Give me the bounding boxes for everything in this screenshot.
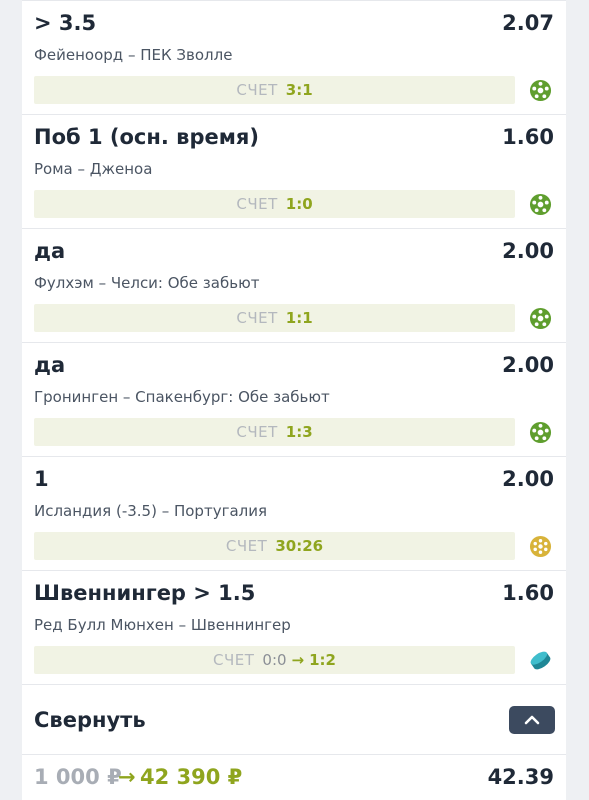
bet-selection: Поб 1 (осн. время) <box>34 125 259 149</box>
score-bar: СЧЕТ 3:1 <box>34 76 515 104</box>
stake-amount: 1 000 ₽ <box>34 765 122 789</box>
bet-item: Швеннингер > 1.5 1.60 Ред Булл Мюнхен – … <box>22 570 566 684</box>
bet-match: Фейеноорд – ПЕК Зволле <box>34 46 233 64</box>
score-value: 1:1 <box>285 309 313 327</box>
football-icon <box>529 79 552 102</box>
score-label: СЧЕТ <box>236 195 278 213</box>
bet-selection: 1 <box>34 467 49 491</box>
score-value: 1:0 <box>285 195 313 213</box>
arrow-right-icon: → <box>291 651 305 669</box>
bet-match: Ред Булл Мюнхен – Швеннингер <box>34 616 291 634</box>
bet-item: 1 2.00 Исландия (-3.5) – Португалия СЧЕТ… <box>22 456 566 570</box>
collapse-row[interactable]: Свернуть <box>22 684 566 754</box>
bet-item: да 2.00 Гронинген – Спакенбург: Обе забь… <box>22 342 566 456</box>
bet-odds: 2.00 <box>502 467 554 491</box>
score-value: 3:1 <box>285 81 313 99</box>
score-bar: СЧЕТ 1:3 <box>34 418 515 446</box>
score-label: СЧЕТ <box>213 651 255 669</box>
bet-match: Рома – Дженоа <box>34 160 153 178</box>
score-label: СЧЕТ <box>236 423 278 441</box>
collapse-label[interactable]: Свернуть <box>34 708 146 732</box>
bet-odds: 1.60 <box>502 125 554 149</box>
payout-amount: 42 390 ₽ <box>140 765 243 789</box>
football-icon <box>529 307 552 330</box>
football-icon <box>529 421 552 444</box>
hockey-puck-icon <box>530 651 551 670</box>
collapse-button[interactable] <box>509 706 555 734</box>
score-value: 1:2 <box>309 651 336 669</box>
total-odds: 42.39 <box>487 765 554 789</box>
bet-match: Фулхэм – Челси: Обе забьют <box>34 274 260 292</box>
score-label: СЧЕТ <box>236 309 278 327</box>
summary-row: 1 000 ₽ → 42 390 ₽ 42.39 <box>22 754 566 800</box>
handball-icon <box>529 535 552 558</box>
bet-selection: > 3.5 <box>34 11 97 35</box>
bet-selection: да <box>34 353 66 377</box>
bet-selection: Швеннингер > 1.5 <box>34 581 256 605</box>
bet-odds: 1.60 <box>502 581 554 605</box>
bet-odds: 2.00 <box>502 353 554 377</box>
score-bar: СЧЕТ 1:0 <box>34 190 515 218</box>
bet-item: > 3.5 2.07 Фейеноорд – ПЕК Зволле СЧЕТ 3… <box>22 0 566 114</box>
score-label: СЧЕТ <box>225 537 268 555</box>
score-start-value: 0:0 <box>262 651 287 669</box>
score-bar: СЧЕТ 0:0 → 1:2 <box>34 646 515 674</box>
score-bar: СЧЕТ 1:1 <box>34 304 515 332</box>
chevron-up-icon <box>524 715 540 725</box>
bet-odds: 2.07 <box>502 11 554 35</box>
coupon-card: > 3.5 2.07 Фейеноорд – ПЕК Зволле СЧЕТ 3… <box>22 0 566 800</box>
bet-match: Гронинген – Спакенбург: Обе забьют <box>34 388 330 406</box>
bet-item: да 2.00 Фулхэм – Челси: Обе забьют СЧЕТ … <box>22 228 566 342</box>
bet-odds: 2.00 <box>502 239 554 263</box>
score-label: СЧЕТ <box>236 81 278 99</box>
score-value: 1:3 <box>285 423 313 441</box>
bet-item: Поб 1 (осн. время) 1.60 Рома – Дженоа СЧ… <box>22 114 566 228</box>
football-icon <box>529 193 552 216</box>
bet-selection: да <box>34 239 66 263</box>
score-bar: СЧЕТ 30:26 <box>34 532 515 560</box>
bet-match: Исландия (-3.5) – Португалия <box>34 502 267 520</box>
score-value: 30:26 <box>275 537 324 555</box>
arrow-right-icon: → <box>118 765 136 789</box>
